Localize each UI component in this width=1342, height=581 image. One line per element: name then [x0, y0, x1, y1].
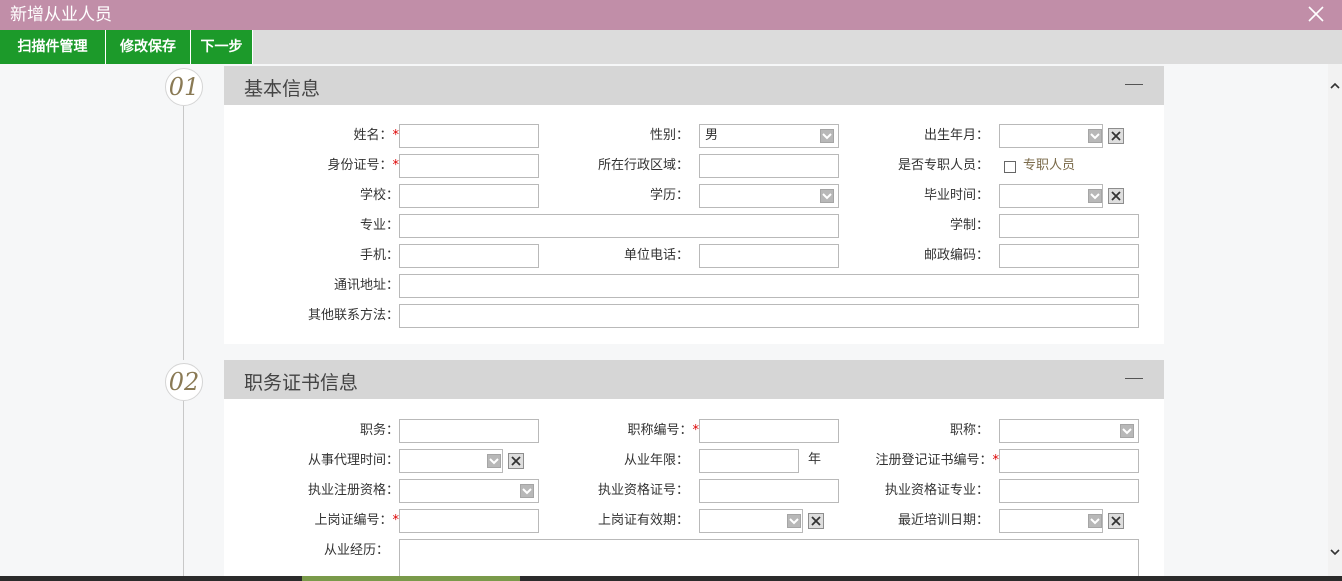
qual-major-input[interactable]: [999, 479, 1139, 503]
step-number-02: 02: [165, 363, 203, 401]
panel-header: 职务证书信息: [224, 360, 1164, 399]
work-years-input[interactable]: [699, 449, 799, 473]
practice-qual-label: 执业注册资格：: [307, 483, 399, 498]
name-label: 姓名：*: [353, 128, 399, 143]
clear-x-icon[interactable]: [1108, 513, 1124, 529]
chevron-down-icon[interactable]: [820, 189, 834, 203]
experience-label: 从业经历：: [323, 543, 389, 558]
chevron-down-icon[interactable]: [1088, 514, 1102, 528]
reg-cert-no-input[interactable]: [999, 449, 1139, 473]
other-contact-label: 其他联系方法：: [307, 308, 399, 323]
window-titlebar: 新增从业人员: [0, 0, 1342, 30]
position-input[interactable]: [399, 419, 539, 443]
education-select[interactable]: [699, 184, 839, 208]
save-changes-button[interactable]: 修改保存: [106, 30, 191, 64]
chevron-down-icon[interactable]: [1120, 424, 1134, 438]
chevron-down-icon[interactable]: [1088, 189, 1102, 203]
basic-info-panel: 基本信息 姓名：* 性别： 男 出生年月： 身份证号：* 所在行政区域： 是否专…: [224, 66, 1164, 344]
post-cert-no-input[interactable]: [399, 509, 539, 533]
region-label: 所在行政区域：: [597, 158, 689, 173]
scan-management-button[interactable]: 扫描件管理: [0, 30, 106, 64]
other-contact-input[interactable]: [399, 304, 1139, 328]
qual-cert-no-input[interactable]: [699, 479, 839, 503]
clear-x-icon[interactable]: [508, 453, 524, 469]
window-title: 新增从业人员: [10, 5, 112, 25]
fulltime-checkbox[interactable]: [1004, 161, 1016, 173]
fulltime-label: 是否专职人员：: [897, 158, 989, 173]
work-phone-input[interactable]: [699, 244, 839, 268]
major-label: 专业：: [359, 218, 399, 233]
chevron-down-icon[interactable]: [1330, 546, 1340, 556]
panel-title: 职务证书信息: [244, 372, 359, 394]
post-cert-no-label: 上岗证编号：*: [314, 513, 399, 528]
chevron-down-icon[interactable]: [487, 454, 501, 468]
clear-x-icon[interactable]: [1108, 128, 1124, 144]
work-phone-label: 单位电话：: [623, 248, 689, 263]
vertical-scrollbar[interactable]: [1328, 64, 1342, 576]
idcard-label: 身份证号：*: [327, 158, 399, 173]
step-number-01: 01: [165, 68, 203, 106]
chevron-down-icon[interactable]: [1088, 129, 1102, 143]
clear-x-icon[interactable]: [808, 513, 824, 529]
address-input[interactable]: [399, 274, 1139, 298]
chevron-up-icon[interactable]: [1330, 80, 1340, 90]
title-select[interactable]: [999, 419, 1139, 443]
clear-x-icon[interactable]: [1108, 188, 1124, 204]
chevron-down-icon[interactable]: [787, 514, 801, 528]
certificate-info-panel: 职务证书信息 职务： 职称编号：* 职称： 从事代理时间： 从业年限： 年 注册…: [224, 360, 1164, 576]
chevron-down-icon[interactable]: [520, 484, 534, 498]
minus-icon[interactable]: [1125, 378, 1143, 379]
post-cert-valid-label: 上岗证有效期：: [597, 513, 689, 528]
address-label: 通讯地址：: [333, 278, 399, 293]
postcode-input[interactable]: [999, 244, 1139, 268]
close-icon[interactable]: [1306, 4, 1326, 24]
mobile-label: 手机：: [359, 248, 399, 263]
birth-label: 出生年月：: [923, 128, 989, 143]
qual-cert-no-label: 执业资格证号：: [597, 483, 689, 498]
name-input[interactable]: [399, 124, 539, 148]
agent-time-label: 从事代理时间：: [307, 453, 399, 468]
fulltime-option-label[interactable]: 专职人员: [1023, 154, 1075, 178]
title-no-label: 职称编号：*: [627, 423, 699, 438]
gender-select[interactable]: 男: [699, 124, 839, 148]
panel-title: 基本信息: [244, 78, 321, 100]
idcard-input[interactable]: [399, 154, 539, 178]
bottom-bar: [0, 576, 1342, 581]
mobile-input[interactable]: [399, 244, 539, 268]
school-label: 学校：: [359, 188, 399, 203]
education-label: 学历：: [649, 188, 689, 203]
minus-icon[interactable]: [1125, 84, 1143, 85]
region-input[interactable]: [699, 154, 839, 178]
panel-header: 基本信息: [224, 66, 1164, 105]
study-length-label: 学制：: [949, 218, 989, 233]
bottom-bar-segment: [302, 576, 520, 581]
next-step-button[interactable]: 下一步: [191, 30, 253, 64]
years-unit: 年: [808, 452, 822, 467]
postcode-label: 邮政编码：: [923, 248, 989, 263]
title-label: 职称：: [949, 423, 989, 438]
training-date-label: 最近培训日期：: [897, 513, 989, 528]
gender-label: 性别：: [649, 128, 689, 143]
gender-value: 男: [705, 128, 719, 143]
school-input[interactable]: [399, 184, 539, 208]
practice-qual-select[interactable]: [399, 479, 539, 503]
toolbar: 扫描件管理 修改保存 下一步: [0, 30, 1342, 64]
grad-time-label: 毕业时间：: [923, 188, 989, 203]
reg-cert-no-label: 注册登记证书编号：*: [875, 453, 999, 468]
position-label: 职务：: [359, 423, 399, 438]
work-years-label: 从业年限：: [623, 453, 689, 468]
qual-major-label: 执业资格证专业：: [884, 483, 989, 498]
study-length-input[interactable]: [999, 214, 1139, 238]
major-input[interactable]: [399, 214, 839, 238]
step-connector-line: [183, 401, 184, 576]
step-connector-line: [183, 106, 184, 360]
experience-textarea[interactable]: [399, 539, 1139, 576]
title-no-input[interactable]: [699, 419, 839, 443]
form-content: 01 02 基本信息 姓名：* 性别： 男 出生年月： 身份证号：* 所在行政区…: [0, 64, 1328, 576]
chevron-down-icon[interactable]: [820, 129, 834, 143]
